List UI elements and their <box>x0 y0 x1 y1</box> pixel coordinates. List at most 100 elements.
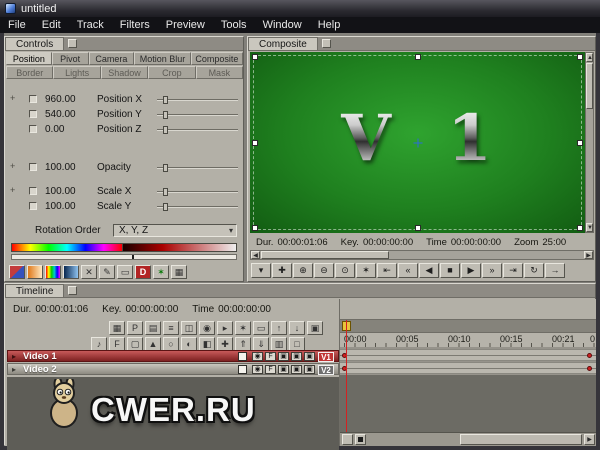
selection-handle-nw[interactable] <box>252 54 258 60</box>
track-lane-video-1[interactable] <box>340 349 596 361</box>
next-second-button[interactable]: » <box>482 263 502 278</box>
tab-camera[interactable]: Camera <box>88 52 135 65</box>
zoom-out-button[interactable]: ⊖ <box>314 263 334 278</box>
menu-item-file[interactable]: File <box>0 18 34 32</box>
mode-icon[interactable]: ▣ <box>304 352 315 361</box>
keyframe-icon[interactable]: ◉ <box>252 365 263 374</box>
slider-knob[interactable] <box>163 203 169 211</box>
properties-icon[interactable]: P <box>127 321 143 335</box>
property-value[interactable]: 540.00 <box>45 109 93 120</box>
add-keyframe-icon[interactable]: + <box>10 161 15 171</box>
eyedropper-icon[interactable]: ✎ <box>99 265 115 279</box>
composite-viewport[interactable]: V 1 <box>250 52 585 233</box>
mute-icon[interactable]: ▣ <box>291 352 302 361</box>
zoom-in-button[interactable]: ⊕ <box>293 263 313 278</box>
tab-motion-blur[interactable]: Motion Blur <box>134 52 191 65</box>
render-preview-button[interactable]: → <box>545 263 565 278</box>
prev-second-button[interactable]: « <box>398 263 418 278</box>
swatch-grid-icon[interactable] <box>9 265 25 279</box>
rows-icon[interactable]: ≡ <box>163 321 179 335</box>
selection-handle-ne[interactable] <box>577 54 583 60</box>
keyframe-checkbox[interactable] <box>29 125 37 133</box>
monitor-icon[interactable]: ▭ <box>253 321 269 335</box>
gradient-rainbow-icon[interactable] <box>45 265 61 279</box>
raise-icon[interactable]: ⇑ <box>235 337 251 351</box>
track-lane-video-2[interactable] <box>340 362 596 374</box>
zoom-mode-button[interactable] <box>342 434 353 445</box>
anchor-point-icon[interactable] <box>413 138 422 147</box>
pan-tool-button[interactable]: ✚ <box>272 263 292 278</box>
move-up-icon[interactable]: ↑ <box>271 321 287 335</box>
tab-pivot[interactable]: Pivot <box>51 52 89 65</box>
go-end-button[interactable]: ⇥ <box>503 263 523 278</box>
selection-handle-e[interactable] <box>577 139 583 146</box>
tab-scroll-button[interactable] <box>321 39 331 48</box>
tab-controls[interactable]: Controls <box>5 37 65 50</box>
hue-gradient-strip[interactable] <box>11 243 123 252</box>
blank-icon[interactable]: □ <box>289 337 305 351</box>
tab-mask[interactable]: Mask <box>195 66 244 79</box>
property-value[interactable]: 100.00 <box>45 186 93 197</box>
track-badge[interactable]: V1 <box>318 352 334 362</box>
marker-mode-button[interactable] <box>355 434 366 445</box>
lower-icon[interactable]: ⇓ <box>253 337 269 351</box>
keyframe-checkbox[interactable] <box>29 187 37 195</box>
solo-icon[interactable]: ▣ <box>278 365 289 374</box>
track-header-video-2[interactable]: ▸ Video 2 ◉ F ▣ ▣ ▣ V2 <box>7 363 339 375</box>
slider-knob[interactable] <box>163 126 169 134</box>
timeline-scroll-thumb[interactable] <box>460 434 582 445</box>
track-enable-checkbox[interactable] <box>238 352 247 361</box>
effects-icon[interactable]: F <box>265 352 276 361</box>
cursor-icon[interactable]: ▸ <box>217 321 233 335</box>
selection-handle-w[interactable] <box>252 139 258 146</box>
scroll-right-icon[interactable]: ▶ <box>584 251 593 259</box>
scroll-up-icon[interactable]: ▲ <box>586 53 593 62</box>
loop-button[interactable]: ↻ <box>524 263 544 278</box>
camera-icon[interactable]: ◉ <box>199 321 215 335</box>
mute-icon[interactable]: ▣ <box>291 365 302 374</box>
expander-icon[interactable]: ▸ <box>12 352 16 361</box>
add-icon[interactable]: ✚ <box>217 337 233 351</box>
cone-icon[interactable]: ▲ <box>145 337 161 351</box>
mask-icon[interactable]: ◧ <box>199 337 215 351</box>
keyframe-checkbox[interactable] <box>29 95 37 103</box>
stop-button[interactable]: ■ <box>440 263 460 278</box>
options-dropdown-button[interactable]: ▾ <box>251 263 271 278</box>
property-slider[interactable] <box>157 126 238 134</box>
add-keyframe-icon[interactable]: + <box>10 93 15 103</box>
slider-knob[interactable] <box>163 164 169 172</box>
gradient-warm-icon[interactable] <box>27 265 43 279</box>
property-slider[interactable] <box>157 96 238 104</box>
gradient-cool-icon[interactable] <box>63 265 79 279</box>
tab-scroll-button[interactable] <box>68 39 78 48</box>
keyframe-checkbox[interactable] <box>29 163 37 171</box>
screen-icon[interactable]: ▭ <box>117 265 133 279</box>
star-icon[interactable]: ✶ <box>235 321 251 335</box>
timeline-hscrollbar[interactable]: ▶ <box>340 432 596 446</box>
render-icon[interactable]: D <box>135 265 151 279</box>
menu-item-edit[interactable]: Edit <box>34 18 69 32</box>
move-down-icon[interactable]: ↓ <box>289 321 305 335</box>
property-value[interactable]: 100.00 <box>45 162 93 173</box>
scroll-down-icon[interactable]: ▼ <box>586 223 593 232</box>
track-enable-checkbox[interactable] <box>238 365 247 374</box>
menu-item-filters[interactable]: Filters <box>112 18 158 32</box>
tab-timeline[interactable]: Timeline <box>5 284 65 297</box>
tab-position[interactable]: Position <box>6 52 52 65</box>
keyframe-checkbox[interactable] <box>29 202 37 210</box>
solo-icon[interactable]: ▣ <box>278 352 289 361</box>
tab-lights[interactable]: Lights <box>53 66 101 79</box>
expander-icon[interactable]: ▸ <box>12 365 16 374</box>
selection-handle-se[interactable] <box>577 225 583 231</box>
tab-composite[interactable]: Composite <box>190 52 243 65</box>
options-icon[interactable]: ▣ <box>307 321 323 335</box>
effects-icon[interactable]: F <box>109 337 125 351</box>
play-button[interactable]: ▶ <box>461 263 481 278</box>
time-ruler[interactable]: 00:00 00:05 00:10 00:15 00:21 0 <box>340 333 596 347</box>
audio-icon[interactable]: ♪ <box>91 337 107 351</box>
list-view-icon[interactable]: ▤ <box>145 321 161 335</box>
marker-strip[interactable] <box>11 254 237 260</box>
keyframe-dot[interactable] <box>587 353 592 358</box>
selection-handle-sw[interactable] <box>252 225 258 231</box>
lighting-toggle-button[interactable]: ✶ <box>356 263 376 278</box>
